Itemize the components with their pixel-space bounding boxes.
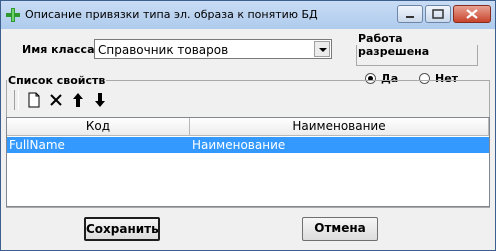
work-permission-group: Работа разрешена Да Нет: [356, 32, 478, 85]
cell-code[interactable]: FullName: [7, 137, 190, 153]
dialog-client-area: Имя класса Справочник товаров Работа раз…: [6, 29, 490, 246]
move-down-icon: [95, 93, 105, 107]
chevron-down-icon: [319, 48, 327, 52]
save-button[interactable]: Сохранить: [84, 217, 160, 241]
move-up-button[interactable]: [67, 89, 89, 111]
class-name-value: Справочник товаров: [98, 43, 229, 57]
window-title: Описание привязки типа эл. образа к поня…: [25, 8, 318, 21]
delete-icon: [50, 94, 62, 106]
move-down-button[interactable]: [89, 89, 111, 111]
app-plus-icon: [6, 8, 20, 22]
table-header: Код Наименование: [7, 118, 489, 136]
minimize-button[interactable]: [397, 5, 423, 23]
column-header-code[interactable]: Код: [7, 118, 190, 136]
class-name-combobox[interactable]: Справочник товаров: [94, 39, 332, 59]
class-name-label: Имя класса: [22, 43, 95, 56]
table-row[interactable]: FullName Наименование: [7, 137, 489, 153]
close-button[interactable]: [453, 5, 491, 23]
cancel-button[interactable]: Отмена: [302, 217, 378, 241]
properties-label: Список свойств: [8, 74, 106, 87]
close-icon: [466, 9, 478, 19]
maximize-icon: [432, 9, 444, 19]
title-bar[interactable]: Описание привязки типа эл. образа к поня…: [1, 1, 495, 29]
toolbar-grip[interactable]: [14, 90, 19, 110]
minimize-icon: [406, 16, 414, 18]
dialog-window: Описание привязки типа эл. образа к поня…: [0, 0, 496, 251]
maximize-button[interactable]: [425, 5, 451, 23]
delete-button[interactable]: [45, 89, 67, 111]
cell-name[interactable]: Наименование: [190, 137, 489, 153]
properties-table[interactable]: Код Наименование FullName Наименование: [6, 117, 490, 207]
move-up-icon: [73, 93, 83, 107]
work-permission-label: Работа разрешена: [358, 32, 430, 58]
column-header-name[interactable]: Наименование: [190, 118, 489, 136]
new-document-button[interactable]: [23, 89, 45, 111]
class-name-dropdown-button[interactable]: [314, 41, 330, 57]
properties-toolbar: [14, 87, 111, 113]
new-document-icon: [28, 92, 40, 108]
